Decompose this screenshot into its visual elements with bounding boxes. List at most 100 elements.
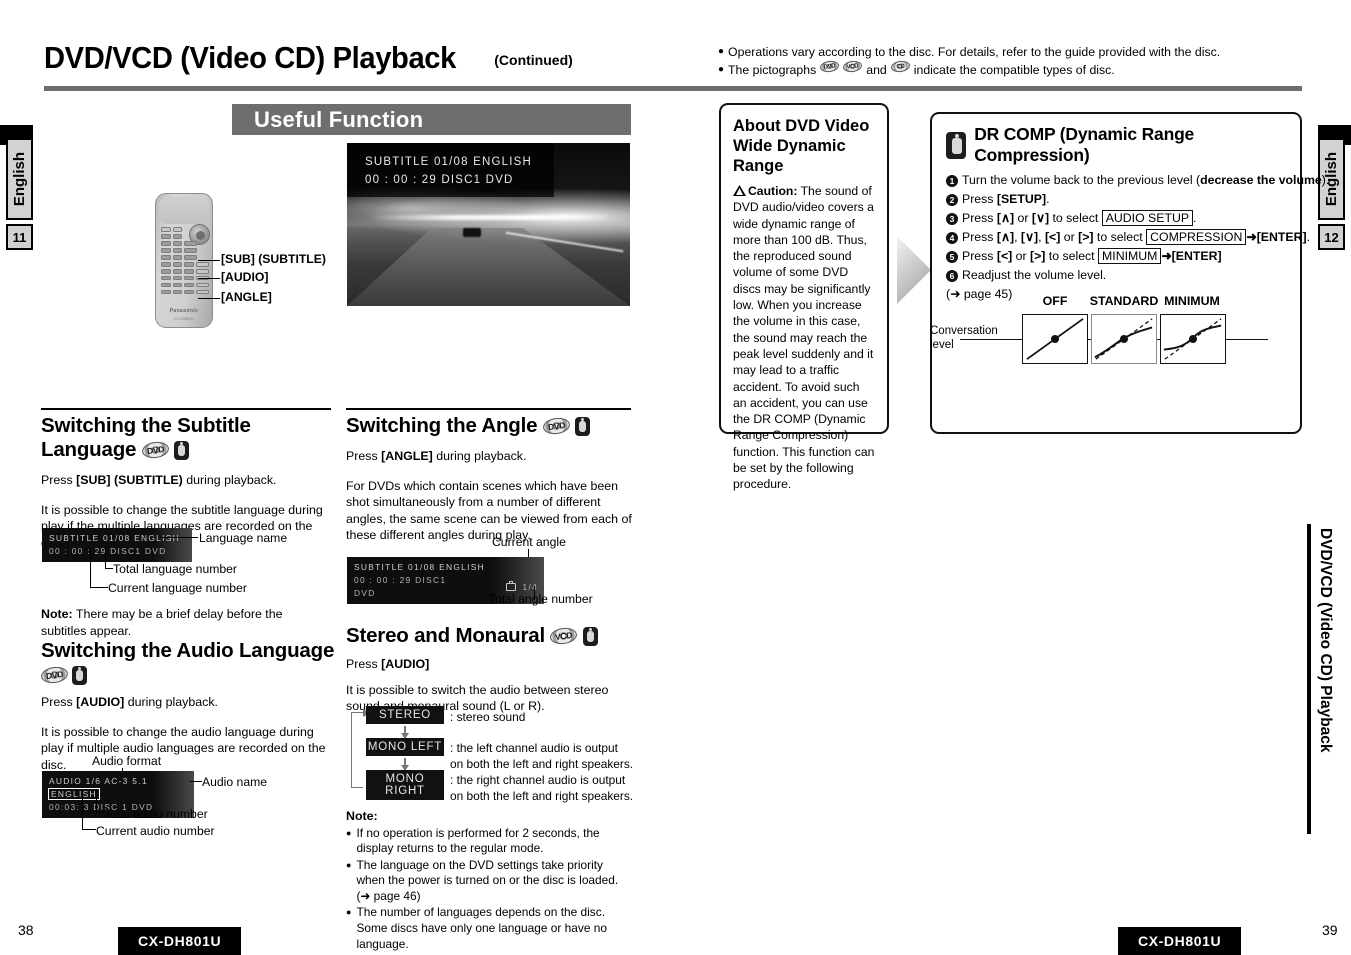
dr-step2-b: [SETUP] — [996, 192, 1047, 206]
dr-step6-a: Readjust the volume level. — [962, 268, 1107, 282]
about-box-text: Caution: The sound of DVD audio/video co… — [733, 183, 876, 493]
dr-step4-key-down: [∨] — [1020, 230, 1039, 244]
dr-step2-c: . — [1046, 192, 1050, 206]
dr-step4-d: or — [1060, 230, 1079, 244]
stereo-note-item: ● The number of languages depends on the… — [346, 905, 634, 952]
road-graphic — [347, 227, 630, 306]
dr-step3-key-down: [∨] — [1031, 211, 1050, 225]
graph-standard-point — [1120, 335, 1128, 343]
header-notes: ● Operations vary according to the disc.… — [718, 43, 1318, 79]
bullet-icon: ● — [718, 46, 725, 57]
step-number-badge: 2 — [946, 194, 958, 206]
stereo-notes: Note: ● If no operation is performed for… — [346, 808, 634, 952]
osd-overlay-text: SUBTITLE 01/08 ENGLISH 00 : 00 : 29 DISC… — [347, 143, 554, 197]
header-divider — [44, 86, 1302, 91]
step-number-badge: 3 — [946, 213, 958, 225]
light-streak-graphic — [369, 214, 608, 220]
stereo-section-heading: Stereo and Monaural VCD — [346, 624, 634, 648]
dvd-disc-icon: DVD — [541, 416, 571, 436]
left-language-tab-label: English — [11, 151, 28, 207]
dvd-disc-icon: DVD — [40, 665, 69, 685]
dr-step5-c: to select — [1045, 249, 1099, 263]
callout-audio-format: Audio format — [92, 754, 162, 768]
dr-step3-d: . — [1193, 211, 1197, 225]
dr-step5-a: Press — [962, 249, 997, 263]
dr-step1-c: ). — [1321, 173, 1330, 187]
callout-current-language: Current language number — [108, 581, 247, 595]
callout-line-total-lang-v — [105, 547, 106, 569]
stereo-mode-box-2: MONO RIGHT — [366, 770, 444, 800]
stereo-mode-desc-2: : the right channel audio is output on b… — [450, 773, 634, 803]
page-title: DVD/VCD (Video CD) Playback (Continued) — [44, 40, 684, 76]
dr-step3-key-up: [∧] — [996, 211, 1015, 225]
subtitle-note-text: There may be a brief delay before the su… — [41, 607, 283, 638]
stereo-flow-arrow-2 — [401, 758, 408, 771]
vcd-disc-icon: VCD — [549, 626, 579, 646]
dr-step5-b: or — [1012, 249, 1031, 263]
angle-camera-icon — [506, 581, 517, 591]
stereo-note-1-text: The language on the DVD settings take pr… — [356, 857, 619, 903]
step-number-badge: 6 — [946, 270, 958, 282]
osd-photo-line1: SUBTITLE 01/08 ENGLISH — [365, 156, 533, 168]
manual-page: English 11 English 12 DVD/VCD (Video CD)… — [0, 0, 1351, 955]
remote-brand-label: Panasonic — [169, 308, 199, 314]
about-box-body-text: The sound of DVD audio/video covers a wi… — [733, 184, 875, 492]
angle-section-heading: Switching the Angle DVD — [346, 414, 634, 438]
callout-line-current-audio-v — [82, 790, 83, 830]
stereo-note-0-text: If no operation is performed for 2 secon… — [356, 825, 600, 856]
header-note-2-text-c: indicate the compatible types of disc. — [913, 63, 1115, 77]
page-title-text: DVD/VCD (Video CD) Playback — [44, 40, 456, 75]
dr-comp-title-row: DR COMP (Dynamic Range Compression) — [946, 124, 1286, 166]
footer-page-left: 38 — [18, 922, 34, 938]
angle-body-text: For DVDs which contain scenes which have… — [346, 478, 632, 543]
callout-current-audio: Current audio number — [96, 824, 215, 838]
callout-line-angle — [198, 298, 220, 299]
callout-line-total-audio-v — [96, 790, 97, 812]
subtitle-note-label: Note: — [41, 607, 73, 621]
bullet-icon: ● — [346, 907, 352, 918]
audio-press-line: Press [AUDIO] during playback. — [41, 695, 218, 709]
left-column-rule — [41, 408, 331, 410]
stereo-press-line: Press [AUDIO] — [346, 657, 430, 671]
header-note-1: ● Operations vary according to the disc.… — [718, 43, 1318, 61]
dr-step5-key-left: [<] — [996, 249, 1013, 263]
subtitle-section-heading: Switching the Subtitle Language DVD — [41, 414, 333, 462]
remote-pictograph-icon — [582, 627, 598, 646]
stereo-mode-box-0: STEREO — [366, 706, 444, 724]
audio-section-heading: Switching the Audio Language — [41, 639, 337, 663]
step-number-badge: 1 — [946, 175, 958, 187]
audio-section: Switching the Audio Language DVD Press [… — [40, 639, 337, 773]
about-box-heading: About DVD Video Wide Dynamic Range — [733, 117, 870, 175]
callout-line-sub — [198, 260, 220, 261]
stereo-mode-box-1: MONO LEFT — [366, 738, 444, 756]
page-title-continued: (Continued) — [494, 52, 573, 68]
callout-audio-name: Audio name — [202, 775, 268, 789]
remote-pictograph-icon — [946, 131, 967, 159]
dr-comp-step-5: 5 Press [<] or [>] to select MINIMUM ➜ [E… — [946, 247, 1286, 266]
cd-disc-icon: CD — [890, 59, 911, 74]
dr-step5-menu-minimum: MINIMUM — [1098, 248, 1162, 264]
dr-step4-e: to select — [1093, 230, 1147, 244]
callout-line-language-name — [160, 537, 198, 538]
step-number-badge: 4 — [946, 232, 958, 244]
side-chapter-title-label: DVD/VCD (Video CD) Playback — [1317, 528, 1334, 753]
angle-osd-line2: 00 : 00 : 29 DISC1 DVD — [354, 575, 447, 598]
dr-step4-key-up: [∧] — [996, 230, 1015, 244]
audio-heading-text: Switching the Audio Language — [41, 639, 335, 662]
footer-page-right: 39 — [1322, 922, 1338, 938]
dr-step4-key-enter: [ENTER] — [1256, 230, 1307, 244]
dvd-disc-icon: DVD — [140, 440, 170, 460]
dr-step3-c: to select — [1049, 211, 1102, 225]
stereo-note-label: Note: — [346, 809, 378, 823]
bullet-icon: ● — [346, 827, 352, 838]
dr-step4-key-left: [<] — [1044, 230, 1061, 244]
bullet-icon: ● — [346, 859, 352, 870]
subtitle-osd-line1: SUBTITLE 01/08 ENGLISH — [49, 533, 181, 543]
dr-comp-title: DR COMP (Dynamic Range Compression) — [974, 124, 1195, 165]
callout-total-language: Total language number — [113, 562, 237, 576]
useful-function-label: Useful Function — [254, 106, 424, 132]
bullet-icon: ● — [718, 64, 725, 75]
left-chapter-number: 11 — [6, 224, 33, 250]
subtitle-press-key: [SUB] (SUBTITLE) — [76, 473, 183, 487]
dr-step4-arrow: ➜ — [1246, 230, 1257, 244]
